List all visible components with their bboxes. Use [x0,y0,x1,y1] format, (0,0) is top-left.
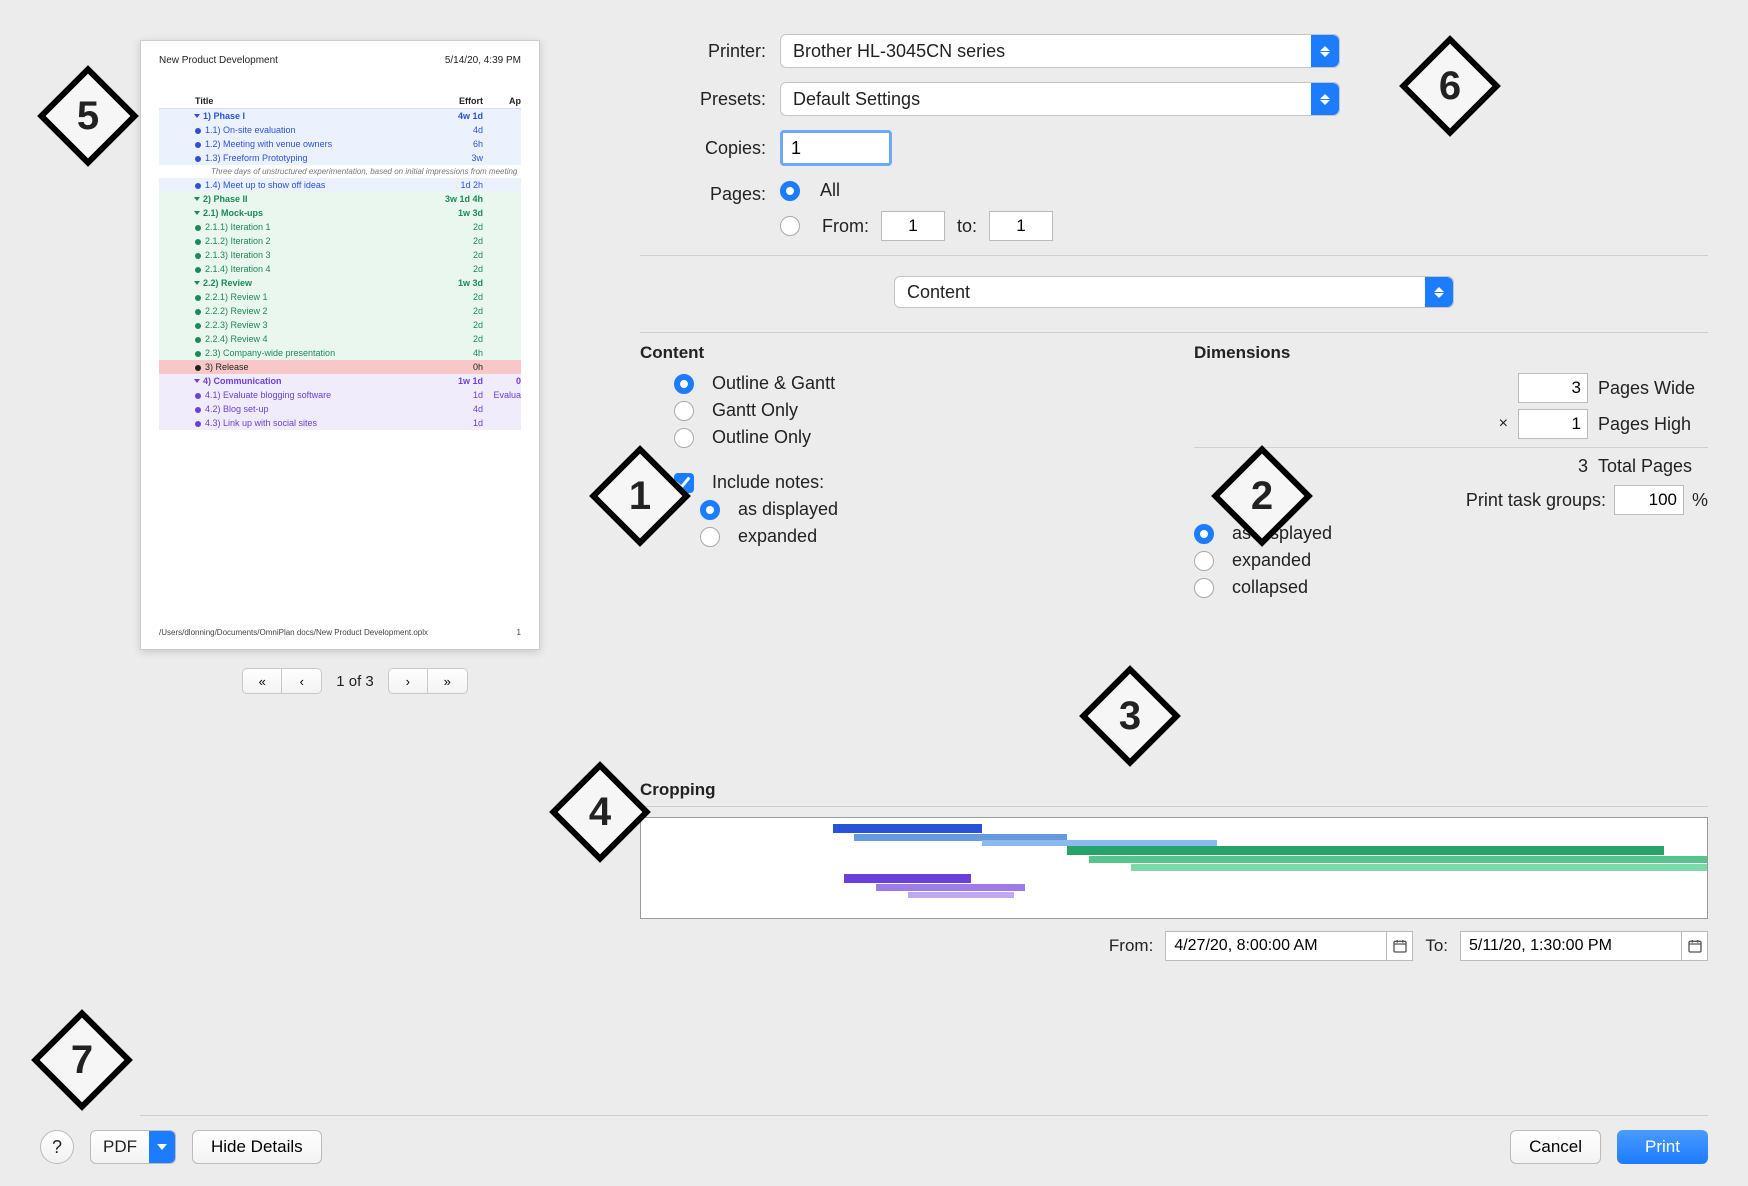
preview-row: 4.1) Evaluate blogging software1dEvalua [159,388,521,402]
tg-collapsed-radio[interactable] [1194,578,1214,598]
tg-expanded-radio[interactable] [1194,551,1214,571]
pages-all-label: All [820,180,840,201]
preview-row: 2.1.4) Iteration 42d [159,262,521,276]
preview-row: 1.1) On-site evaluation4d [159,123,521,137]
prev-page-button[interactable]: ‹ [282,668,322,694]
preview-row: 2.2.1) Review 12d [159,290,521,304]
first-page-button[interactable]: « [242,668,282,694]
copies-input[interactable] [780,130,892,166]
chevron-updown-icon [1311,35,1339,67]
notes-expanded-radio[interactable] [700,527,720,547]
preview-row: 4) Communication1w 1d0 [159,374,521,388]
preview-row: 4.2) Blog set-up4d [159,402,521,416]
task-groups-label: Print task groups: [1466,490,1606,511]
hide-details-button[interactable]: Hide Details [192,1130,322,1164]
calendar-icon[interactable] [1386,932,1412,960]
content-outline-only-radio[interactable] [674,428,694,448]
preview-row: 2.2) Review1w 3d [159,276,521,290]
copies-label: Copies: [640,138,780,159]
preview-row: 2.3) Company-wide presentation4h [159,346,521,360]
calendar-icon[interactable] [1681,932,1707,960]
pages-range-radio[interactable] [780,216,800,236]
print-button[interactable]: Print [1617,1130,1708,1164]
crop-to-label: To: [1425,936,1448,956]
preview-row: 2.1.2) Iteration 22d [159,234,521,248]
crop-from-field[interactable] [1165,931,1413,961]
content-outline-gantt-radio[interactable] [674,374,694,394]
pages-from-label: From: [822,216,869,237]
notes-as-displayed-radio[interactable] [700,500,720,520]
preview-row: 2.1.3) Iteration 32d [159,248,521,262]
content-section: Content Outline & Gantt Gantt Only Outli… [640,343,1154,604]
crop-from-input[interactable] [1166,937,1386,955]
preview-row: 4.3) Link up with social sites1d [159,416,521,430]
preview-row: 1) Phase I4w 1d [159,109,521,123]
pager-label: 1 of 3 [336,673,374,690]
cropping-heading: Cropping [640,780,1708,800]
chevron-down-icon [149,1131,175,1163]
last-page-button[interactable]: » [428,668,468,694]
preview-rows: 1) Phase I4w 1d1.1) On-site evaluation4d… [159,109,521,430]
pages-from-input[interactable] [881,211,945,241]
preview-row: 1.2) Meeting with venue owners6h [159,137,521,151]
presets-select[interactable]: Default Settings [780,82,1340,116]
pages-all-radio[interactable] [780,181,800,201]
annotation-5: 5 [37,65,139,167]
next-page-button[interactable]: › [388,668,428,694]
preview-row: 2.2.3) Review 32d [159,318,521,332]
doc-timestamp: 5/14/20, 4:39 PM [445,55,521,66]
pages-label: Pages: [640,180,780,205]
preview-row: 3) Release0h [159,360,521,374]
footer-path: /Users/dlonning/Documents/OmniPlan docs/… [159,628,428,637]
chevron-updown-icon [1311,83,1339,115]
preview-page: New Product Development 5/14/20, 4:39 PM… [140,40,540,650]
pages-high-input[interactable] [1518,409,1588,439]
pages-wide-input[interactable] [1518,373,1588,403]
doc-title: New Product Development [159,55,278,66]
dialog-footer: ? PDF Hide Details Cancel Print [0,1108,1748,1186]
pdf-menu-button[interactable]: PDF [90,1130,176,1164]
printer-label: Printer: [640,41,780,62]
preview-row: 2.2.4) Review 42d [159,332,521,346]
task-groups-percent-input[interactable] [1614,485,1684,515]
chevron-updown-icon [1425,277,1453,307]
preview-column-headers: Title Effort Ap [159,94,521,109]
preview-row: 2.1) Mock-ups1w 3d [159,206,521,220]
total-pages-value: 3 [1578,456,1588,477]
section-select[interactable]: Content [894,276,1454,308]
pages-to-label: to: [957,216,977,237]
pages-to-input[interactable] [989,211,1053,241]
dimensions-heading: Dimensions [1194,343,1708,363]
preview-pager: « ‹ 1 of 3 › » [140,668,570,694]
footer-page: 1 [517,628,521,637]
content-heading: Content [640,343,1154,363]
preview-row: 2) Phase II3w 1d 4h [159,192,521,206]
annotation-3: 3 [1079,665,1181,767]
content-gantt-only-radio[interactable] [674,401,694,421]
cancel-button[interactable]: Cancel [1510,1130,1601,1164]
preview-row: 2.1.1) Iteration 12d [159,220,521,234]
print-dialog: 5 6 1 2 3 4 7 New Product Development 5/… [0,0,1748,1186]
crop-to-input[interactable] [1461,937,1681,955]
preview-row: 1.4) Meet up to show off ideas1d 2h [159,178,521,192]
print-options: Printer: Brother HL-3045CN series Preset… [640,34,1708,604]
help-button[interactable]: ? [40,1130,74,1164]
presets-label: Presets: [640,89,780,110]
printer-select[interactable]: Brother HL-3045CN series [780,34,1340,68]
print-preview: New Product Development 5/14/20, 4:39 PM… [140,40,570,694]
cropping-timeline[interactable] [640,817,1708,919]
crop-to-field[interactable] [1460,931,1708,961]
crop-from-label: From: [1109,936,1153,956]
tg-as-displayed-radio[interactable] [1194,524,1214,544]
annotation-7: 7 [31,1009,133,1111]
annotation-4: 4 [549,761,651,863]
preview-row: 1.3) Freeform Prototyping3w [159,151,521,165]
cropping-section: Cropping From: To: [640,780,1708,961]
preview-row: 2.2.2) Review 22d [159,304,521,318]
